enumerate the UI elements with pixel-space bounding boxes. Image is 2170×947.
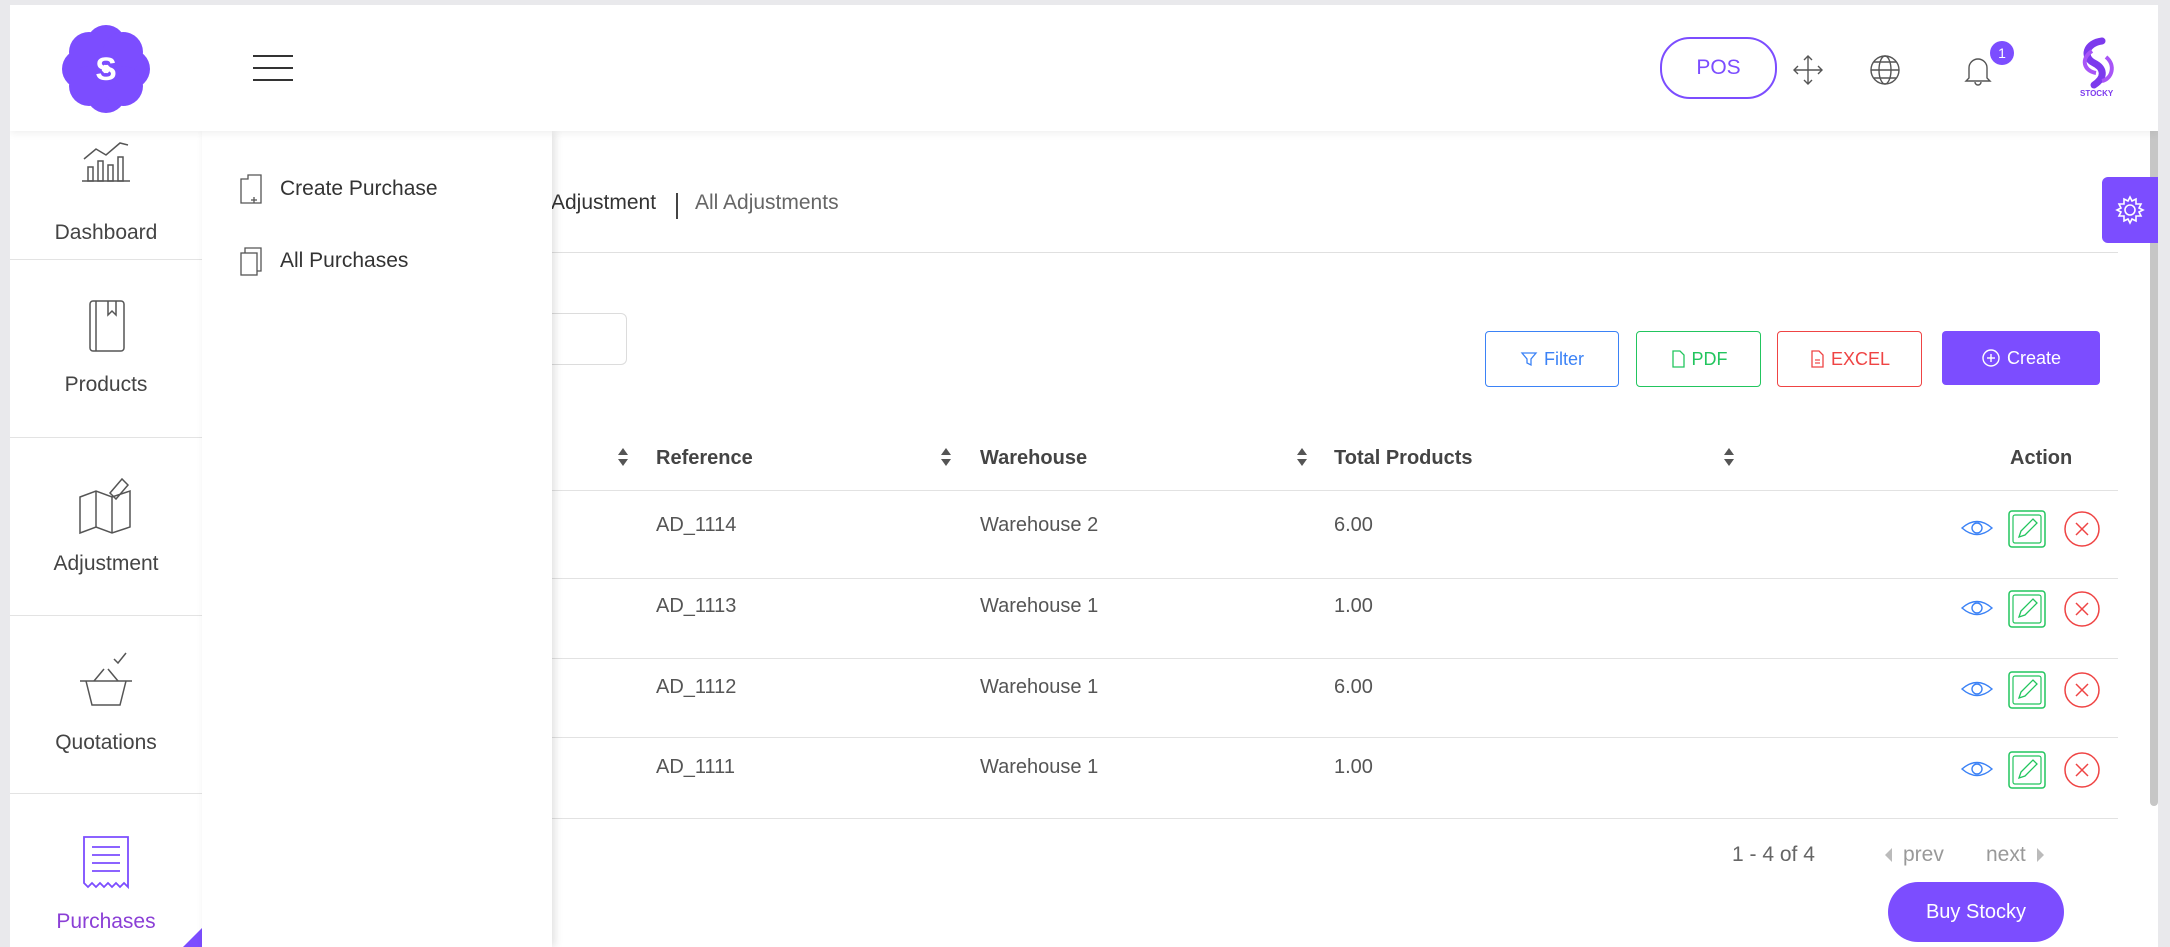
excel-button[interactable]: EXCEL <box>1777 331 1922 387</box>
active-indicator <box>182 926 204 947</box>
basket-icon <box>80 652 132 706</box>
purchases-submenu: Create Purchase All Purchases <box>202 131 552 947</box>
submenu-item-all-purchases[interactable]: All Purchases <box>238 241 408 281</box>
sidebar-item-label: Adjustment <box>53 552 159 575</box>
sort-icon[interactable] <box>939 445 953 469</box>
edit-pencil-icon[interactable] <box>2008 751 2046 789</box>
delete-x-icon[interactable] <box>2063 671 2101 709</box>
breadcrumb-divider <box>550 252 2118 253</box>
sidebar-item-purchases[interactable]: Purchases <box>10 793 202 947</box>
cell-total-products: 6.00 <box>1334 514 1373 536</box>
cell-warehouse: Warehouse 1 <box>980 676 1099 698</box>
cell-reference: AD_1114 <box>656 514 737 536</box>
cell-total-products: 6.00 <box>1334 676 1373 698</box>
breadcrumb-section[interactable]: Adjustment <box>551 191 656 215</box>
submenu-item-create-purchase[interactable]: Create Purchase <box>238 169 438 209</box>
view-eye-icon[interactable] <box>1960 672 1994 706</box>
sidebar-item-adjustment[interactable]: Adjustment <box>10 437 202 616</box>
excel-label: EXCEL <box>1830 348 1891 369</box>
plus-circle-icon <box>1982 349 2000 367</box>
view-eye-icon[interactable] <box>1960 752 1994 786</box>
edit-pencil-icon[interactable] <box>2008 590 2046 628</box>
filter-icon <box>1520 352 1538 367</box>
sidebar-item-quotations[interactable]: Quotations <box>10 615 202 794</box>
pdf-button[interactable]: PDF <box>1636 331 1761 387</box>
next-label: next <box>1986 843 2026 866</box>
fullscreen-icon[interactable] <box>1791 53 1825 87</box>
sidebar-item-label: Dashboard <box>54 221 158 244</box>
delete-x-icon[interactable] <box>2063 590 2101 628</box>
documents-icon <box>240 247 262 276</box>
cell-reference: AD_1113 <box>656 595 737 617</box>
row-divider <box>550 658 2118 659</box>
settings-customizer-button[interactable] <box>2102 177 2158 243</box>
pdf-file-icon <box>1671 350 1685 368</box>
row-divider <box>550 737 2118 738</box>
globe-icon[interactable] <box>1868 53 1902 87</box>
cell-warehouse: Warehouse 2 <box>980 514 1099 536</box>
hamburger-menu-icon[interactable] <box>253 55 293 85</box>
cell-warehouse: Warehouse 1 <box>980 756 1099 778</box>
app-logo[interactable]: S <box>60 23 152 115</box>
chevron-left-icon <box>1885 848 1892 862</box>
column-header-reference[interactable]: Reference <box>656 447 753 470</box>
pagination-info: 1 - 4 of 4 <box>1732 843 1815 866</box>
brand-text: STOCKY <box>2080 89 2114 98</box>
top-bar: S POS 1 STOCKY <box>10 5 2158 131</box>
receipt-icon <box>83 836 129 890</box>
page-scrollbar[interactable] <box>2150 20 2158 806</box>
cell-total-products: 1.00 <box>1334 595 1373 617</box>
breadcrumb-separator <box>676 193 678 219</box>
sort-icon[interactable] <box>616 445 630 469</box>
row-divider <box>550 818 2118 819</box>
column-header-warehouse[interactable]: Warehouse <box>980 447 1087 470</box>
prev-page-button[interactable]: prev <box>1883 843 1944 867</box>
sidebar-item-label: Products <box>64 373 148 396</box>
excel-file-icon <box>1811 350 1824 368</box>
delete-x-icon[interactable] <box>2063 751 2101 789</box>
cell-reference: AD_1111 <box>656 756 735 778</box>
create-label: Create <box>2006 347 2062 368</box>
sidebar-item-products[interactable]: Products <box>10 259 202 438</box>
gear-icon <box>2115 195 2145 225</box>
view-eye-icon[interactable] <box>1960 591 1994 625</box>
column-header-total-products[interactable]: Total Products <box>1334 447 1473 470</box>
sidebar-item-label: Quotations <box>55 731 157 754</box>
cell-reference: AD_1112 <box>656 676 737 698</box>
new-document-icon <box>240 174 262 204</box>
book-icon <box>89 300 125 352</box>
pdf-label: PDF <box>1691 348 1728 369</box>
sort-icon[interactable] <box>1722 445 1736 469</box>
buy-stocky-button[interactable]: Buy Stocky <box>1888 882 2064 942</box>
edit-pencil-icon[interactable] <box>2008 671 2046 709</box>
submenu-item-label: All Purchases <box>280 249 409 272</box>
prev-label: prev <box>1903 843 1944 866</box>
column-header-action: Action <box>2010 447 2073 469</box>
row-divider <box>550 578 2118 579</box>
logo-letter: S <box>95 51 116 87</box>
submenu-item-label: Create Purchase <box>280 177 438 200</box>
notification-badge: 1 <box>1990 41 2014 65</box>
view-eye-icon[interactable] <box>1960 511 1994 545</box>
map-edit-icon <box>79 477 131 535</box>
cell-warehouse: Warehouse 1 <box>980 595 1099 617</box>
header-divider <box>550 490 2118 491</box>
breadcrumb-page: All Adjustments <box>695 191 839 214</box>
pos-button[interactable]: POS <box>1660 37 1777 99</box>
filter-button[interactable]: Filter <box>1485 331 1619 387</box>
app-window: S POS 1 STOCKY Dashboard Products Adjust… <box>10 5 2158 947</box>
bell-icon[interactable] <box>1961 53 1995 87</box>
chevron-right-icon <box>2036 848 2044 862</box>
sidebar-item-label: Purchases <box>56 910 156 933</box>
filter-label: Filter <box>1544 348 1584 369</box>
create-button[interactable]: Create <box>1942 331 2100 385</box>
cell-total-products: 1.00 <box>1334 756 1373 778</box>
chart-icon <box>82 142 130 182</box>
delete-x-icon[interactable] <box>2063 510 2101 548</box>
sort-icon[interactable] <box>1295 445 1309 469</box>
sidebar: Dashboard Products Adjustment Quotations… <box>10 131 204 947</box>
edit-pencil-icon[interactable] <box>2008 510 2046 548</box>
next-page-button[interactable]: next <box>1986 843 2046 867</box>
